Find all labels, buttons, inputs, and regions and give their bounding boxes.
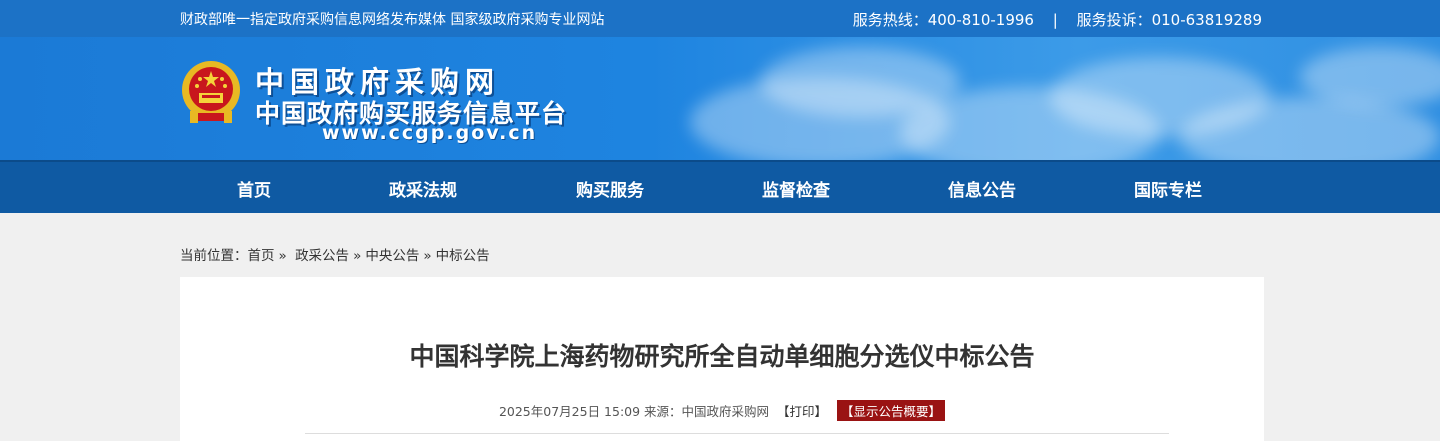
breadcrumb-home[interactable]: 首页 bbox=[248, 248, 275, 264]
site-url: www.ccgp.gov.cn bbox=[322, 122, 538, 144]
article-card: 中国科学院上海药物研究所全自动单细胞分选仪中标公告 2025年07月25日 15… bbox=[180, 277, 1264, 441]
nav-item-announcements[interactable]: 信息公告 bbox=[948, 176, 1016, 201]
nav-item-supervision[interactable]: 监督检查 bbox=[762, 176, 830, 201]
breadcrumb-arrow: » bbox=[353, 248, 362, 264]
breadcrumb-procurement-notices[interactable]: 政采公告 bbox=[295, 248, 349, 264]
site-tagline: 财政部唯一指定政府采购信息网络发布媒体 国家级政府采购专业网站 bbox=[180, 12, 605, 28]
service-complaint: 服务投诉：010-63819289 bbox=[1076, 11, 1262, 29]
contact-separator: | bbox=[1052, 11, 1058, 29]
nav-item-international[interactable]: 国际专栏 bbox=[1134, 176, 1202, 201]
show-summary-button[interactable]: 【显示公告概要】 bbox=[837, 400, 946, 421]
service-hotline: 服务热线：400-810-1996 bbox=[852, 11, 1034, 29]
article-meta: 2025年07月25日 15:09 来源：中国政府采购网 【打印】 【显示公告概… bbox=[180, 400, 1264, 421]
print-link[interactable]: 【打印】 bbox=[777, 404, 827, 419]
divider bbox=[305, 433, 1169, 434]
article-date-source: 2025年07月25日 15:09 来源：中国政府采购网 bbox=[498, 404, 770, 419]
breadcrumb-award-notices[interactable]: 中标公告 bbox=[436, 248, 490, 264]
nav-item-home[interactable]: 首页 bbox=[237, 176, 271, 201]
national-emblem-icon[interactable] bbox=[180, 59, 242, 129]
contact-info: 服务热线：400-810-1996 | 服务投诉：010-63819289 bbox=[853, 9, 1262, 30]
main-nav: 首页 政采法规 购买服务 监督检查 信息公告 国际专栏 bbox=[0, 160, 1440, 213]
breadcrumb: 当前位置：首页» 政采公告» 中央公告» 中标公告 bbox=[180, 244, 490, 264]
breadcrumb-central-notices[interactable]: 中央公告 bbox=[365, 248, 419, 264]
nav-item-regulations[interactable]: 政采法规 bbox=[389, 176, 457, 201]
top-info-bar: 财政部唯一指定政府采购信息网络发布媒体 国家级政府采购专业网站 服务热线：400… bbox=[0, 0, 1440, 37]
site-banner: 中国政府采购网 中国政府购买服务信息平台 www.ccgp.gov.cn bbox=[0, 37, 1440, 160]
breadcrumb-prefix: 当前位置： bbox=[180, 248, 248, 264]
breadcrumb-arrow: » bbox=[423, 248, 432, 264]
breadcrumb-arrow: » bbox=[278, 248, 287, 264]
nav-item-purchase-services[interactable]: 购买服务 bbox=[576, 176, 644, 201]
article-title: 中国科学院上海药物研究所全自动单细胞分选仪中标公告 bbox=[409, 342, 1035, 371]
